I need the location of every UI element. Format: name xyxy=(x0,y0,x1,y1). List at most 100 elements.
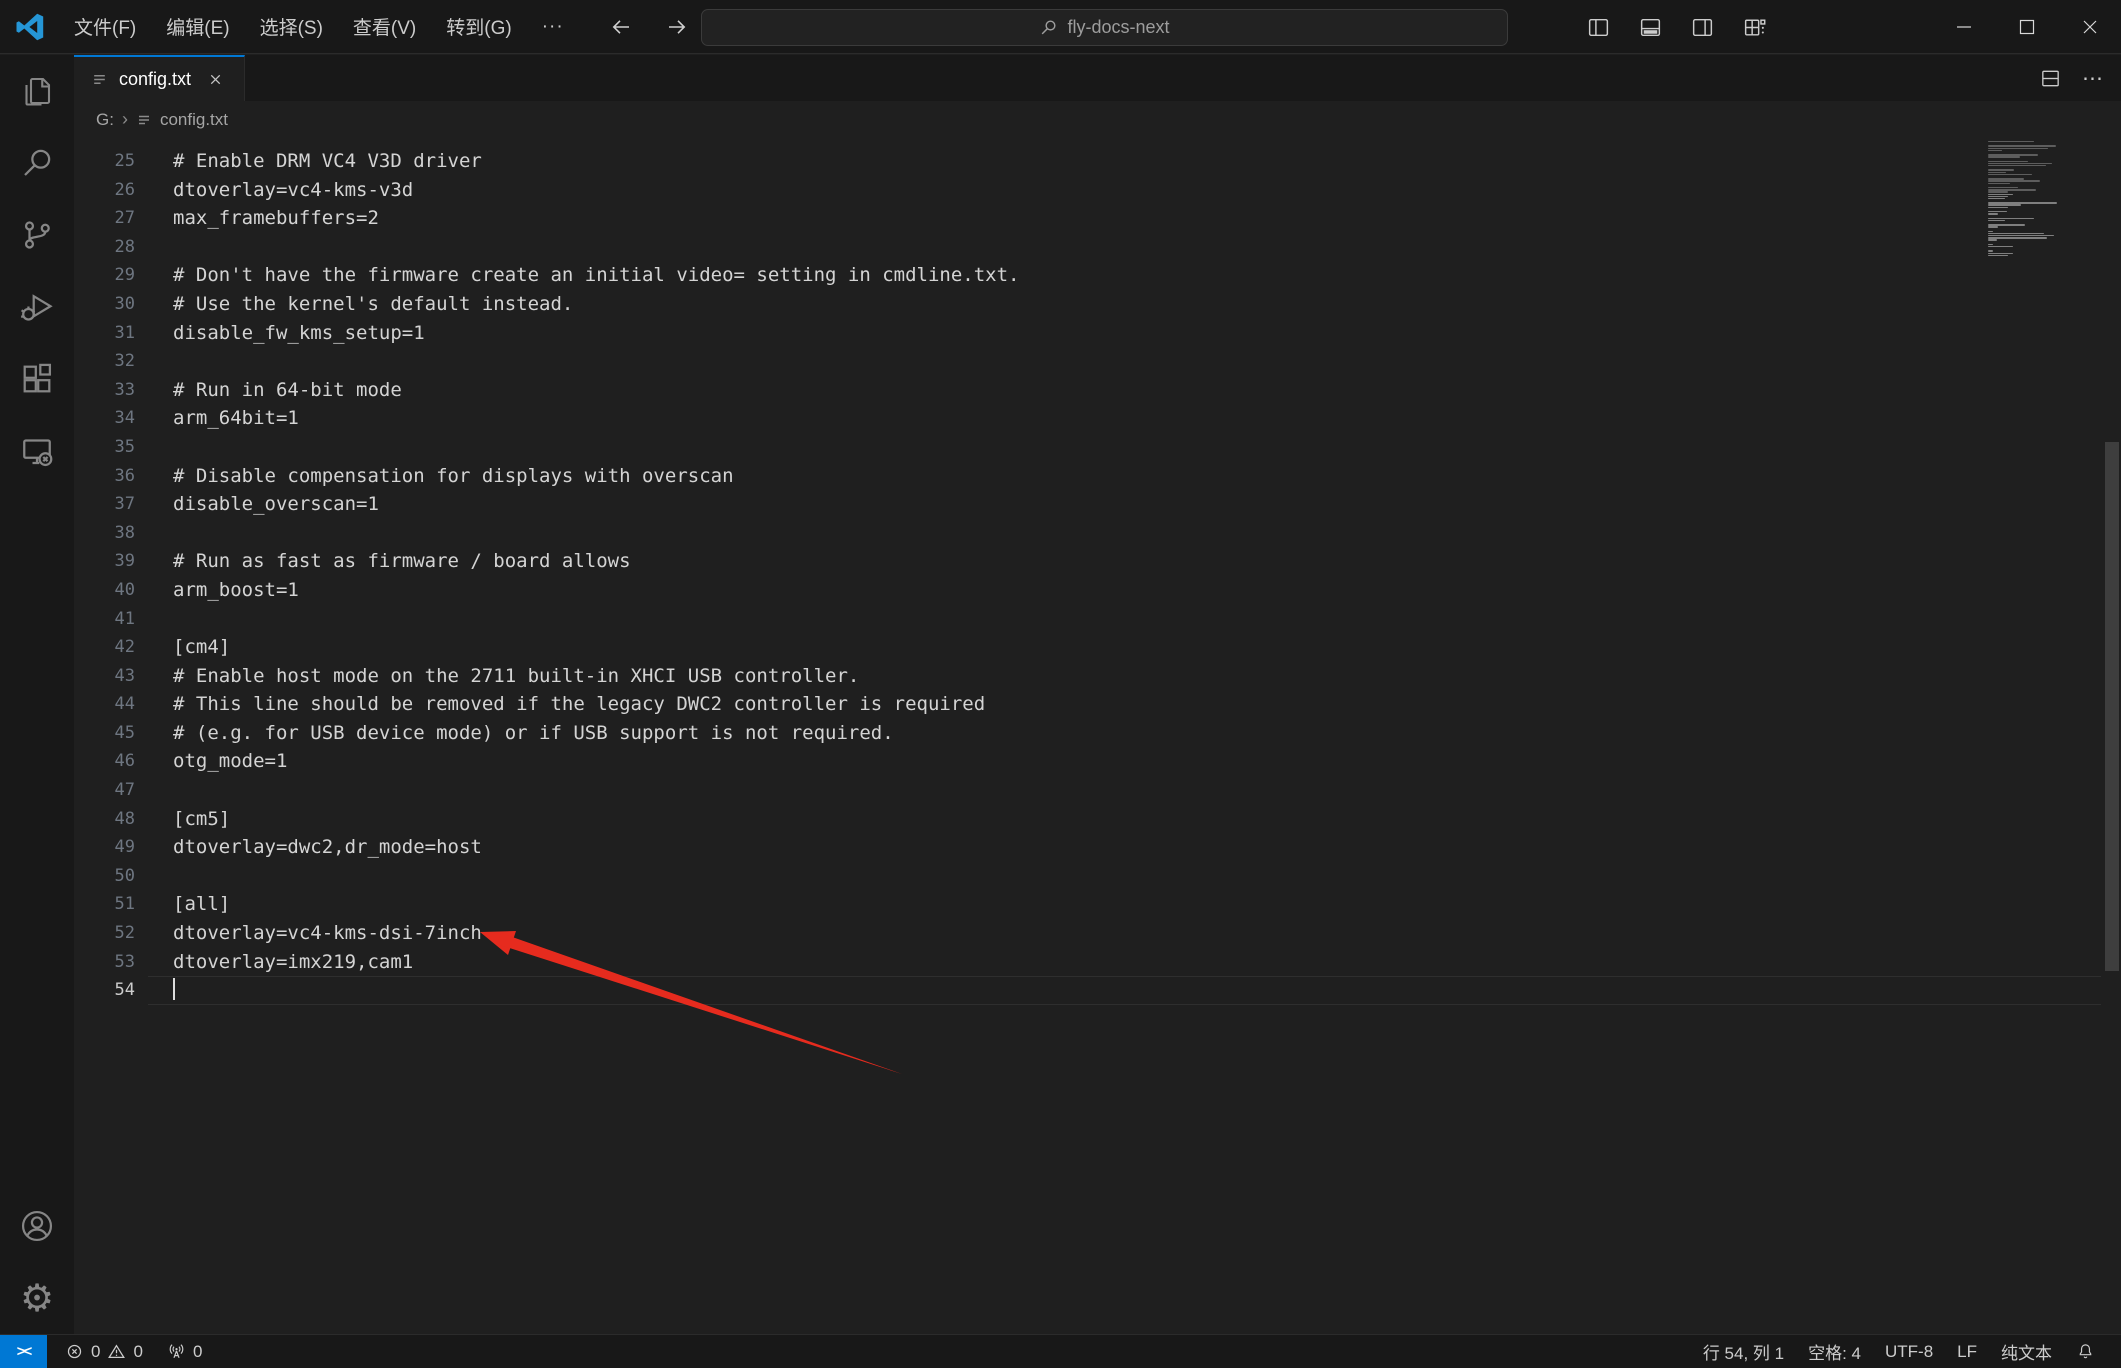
line-text[interactable]: # Don't have the firmware create an init… xyxy=(135,261,2121,290)
code-line-26[interactable]: 26dtoverlay=vc4-kms-v3d xyxy=(74,176,2121,205)
problems-status[interactable]: 0 0 xyxy=(55,1335,153,1368)
code-line-50[interactable]: 50 xyxy=(74,862,2121,891)
sidebar-item-source-control[interactable] xyxy=(0,199,74,271)
code-line-37[interactable]: 37disable_overscan=1 xyxy=(74,490,2121,519)
line-text[interactable] xyxy=(135,433,2121,462)
menu-item-4[interactable]: 转到(G) xyxy=(433,8,524,45)
notifications-button[interactable] xyxy=(2064,1335,2107,1368)
line-text[interactable] xyxy=(135,776,2121,805)
nav-forward-button[interactable] xyxy=(660,10,694,44)
customize-layout-button[interactable] xyxy=(1737,10,1771,44)
line-text[interactable] xyxy=(135,605,2121,634)
line-text[interactable]: # Run as fast as firmware / board allows xyxy=(135,547,2121,576)
line-text[interactable]: # Enable host mode on the 2711 built-in … xyxy=(135,662,2121,691)
code-line-48[interactable]: 48[cm5] xyxy=(74,805,2121,834)
accounts-button[interactable] xyxy=(0,1190,74,1262)
code-line-36[interactable]: 36# Disable compensation for displays wi… xyxy=(74,462,2121,491)
command-center-search[interactable]: fly-docs-next xyxy=(701,9,1508,46)
sidebar-item-search[interactable] xyxy=(0,127,74,199)
line-text[interactable] xyxy=(135,519,2121,548)
line-text[interactable]: arm_64bit=1 xyxy=(135,404,2121,433)
code-line-28[interactable]: 28 xyxy=(74,233,2121,262)
code-line-33[interactable]: 33# Run in 64-bit mode xyxy=(74,376,2121,405)
code-line-30[interactable]: 30# Use the kernel's default instead. xyxy=(74,290,2121,319)
line-text[interactable]: dtoverlay=imx219,cam1 xyxy=(135,948,2121,977)
code-line-53[interactable]: 53dtoverlay=imx219,cam1 xyxy=(74,948,2121,977)
line-text[interactable]: [cm4] xyxy=(135,633,2121,662)
code-line-39[interactable]: 39# Run as fast as firmware / board allo… xyxy=(74,547,2121,576)
line-text[interactable]: [cm5] xyxy=(135,805,2121,834)
maximize-button[interactable] xyxy=(1995,0,2058,54)
menu-more-button[interactable]: ··· xyxy=(529,11,577,43)
split-editor-button[interactable] xyxy=(2039,67,2062,90)
line-text[interactable]: # Disable compensation for displays with… xyxy=(135,462,2121,491)
menu-item-3[interactable]: 查看(V) xyxy=(340,8,429,45)
sidebar-item-extensions[interactable] xyxy=(0,343,74,415)
code-line-54[interactable]: 54 xyxy=(74,976,2121,1005)
line-text[interactable]: disable_fw_kms_setup=1 xyxy=(135,319,2121,348)
code-line-35[interactable]: 35 xyxy=(74,433,2121,462)
encoding-status[interactable]: UTF-8 xyxy=(1873,1335,1945,1368)
settings-button[interactable]: ⚙ xyxy=(0,1262,74,1334)
menu-item-0[interactable]: 文件(F) xyxy=(61,8,149,45)
nav-back-button[interactable] xyxy=(604,10,638,44)
line-text[interactable]: # Enable DRM VC4 V3D driver xyxy=(135,147,2121,176)
language-mode-status[interactable]: 纯文本 xyxy=(1989,1335,2064,1368)
breadcrumb-file[interactable]: config.txt xyxy=(160,110,228,130)
line-text[interactable]: # (e.g. for USB device mode) or if USB s… xyxy=(135,719,2121,748)
line-text[interactable] xyxy=(135,347,2121,376)
breadcrumb-root[interactable]: G: xyxy=(96,110,114,130)
code-line-31[interactable]: 31disable_fw_kms_setup=1 xyxy=(74,319,2121,348)
code-line-40[interactable]: 40arm_boost=1 xyxy=(74,576,2121,605)
code-line-51[interactable]: 51[all] xyxy=(74,890,2121,919)
eol-status[interactable]: LF xyxy=(1945,1335,1989,1368)
code-line-47[interactable]: 47 xyxy=(74,776,2121,805)
toggle-sidebar-button[interactable] xyxy=(1581,10,1615,44)
close-window-button[interactable] xyxy=(2058,0,2121,54)
code-line-41[interactable]: 41 xyxy=(74,605,2121,634)
code-line-25[interactable]: 25# Enable DRM VC4 V3D driver xyxy=(74,147,2121,176)
menu-item-2[interactable]: 选择(S) xyxy=(247,8,336,45)
code-line-42[interactable]: 42[cm4] xyxy=(74,633,2121,662)
indentation-status[interactable]: 空格: 4 xyxy=(1796,1335,1873,1368)
line-text[interactable]: dtoverlay=vc4-kms-dsi-7inch xyxy=(135,919,2121,948)
line-text[interactable]: # Run in 64-bit mode xyxy=(135,376,2121,405)
code-line-44[interactable]: 44# This line should be removed if the l… xyxy=(74,690,2121,719)
line-text[interactable]: disable_overscan=1 xyxy=(135,490,2121,519)
code-line-29[interactable]: 29# Don't have the firmware create an in… xyxy=(74,261,2121,290)
line-text[interactable]: dtoverlay=dwc2,dr_mode=host xyxy=(135,833,2121,862)
editor-more-actions-button[interactable]: ⋯ xyxy=(2082,66,2103,91)
menu-item-1[interactable]: 编辑(E) xyxy=(153,8,242,45)
cursor-position-status[interactable]: 行 54, 列 1 xyxy=(1691,1335,1796,1368)
line-text[interactable] xyxy=(135,976,2121,1005)
code-line-38[interactable]: 38 xyxy=(74,519,2121,548)
code-line-34[interactable]: 34arm_64bit=1 xyxy=(74,404,2121,433)
code-line-52[interactable]: 52dtoverlay=vc4-kms-dsi-7inch xyxy=(74,919,2121,948)
line-text[interactable]: arm_boost=1 xyxy=(135,576,2121,605)
code-line-49[interactable]: 49dtoverlay=dwc2,dr_mode=host xyxy=(74,833,2121,862)
sidebar-item-run-debug[interactable] xyxy=(0,271,74,343)
line-text[interactable]: max_framebuffers=2 xyxy=(135,204,2121,233)
ports-status[interactable]: 0 xyxy=(157,1335,212,1368)
toggle-panel-button[interactable] xyxy=(1633,10,1667,44)
remote-indicator[interactable]: >< xyxy=(0,1335,47,1368)
code-line-45[interactable]: 45# (e.g. for USB device mode) or if USB… xyxy=(74,719,2121,748)
vertical-scrollbar-thumb[interactable] xyxy=(2105,442,2119,971)
code-line-27[interactable]: 27max_framebuffers=2 xyxy=(74,204,2121,233)
minimize-button[interactable] xyxy=(1932,0,1995,54)
tab-close-button[interactable] xyxy=(202,66,228,92)
line-text[interactable] xyxy=(135,233,2121,262)
toggle-secondary-sidebar-button[interactable] xyxy=(1685,10,1719,44)
code-line-43[interactable]: 43# Enable host mode on the 2711 built-i… xyxy=(74,662,2121,691)
line-text[interactable]: [all] xyxy=(135,890,2121,919)
code-line-46[interactable]: 46otg_mode=1 xyxy=(74,747,2121,776)
tab-config-txt[interactable]: config.txt xyxy=(74,55,245,101)
line-text[interactable] xyxy=(135,862,2121,891)
line-text[interactable]: otg_mode=1 xyxy=(135,747,2121,776)
sidebar-item-explorer[interactable] xyxy=(0,55,74,127)
line-text[interactable]: dtoverlay=vc4-kms-v3d xyxy=(135,176,2121,205)
code-editor[interactable]: 25# Enable DRM VC4 V3D driver26dtoverlay… xyxy=(74,138,2121,1334)
code-line-32[interactable]: 32 xyxy=(74,347,2121,376)
sidebar-item-remote-explorer[interactable] xyxy=(0,415,74,487)
minimap[interactable] xyxy=(1988,141,2063,259)
